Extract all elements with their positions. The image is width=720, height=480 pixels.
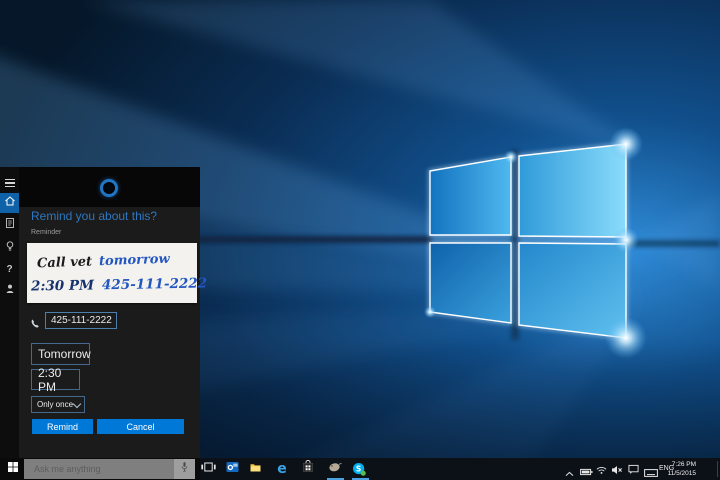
reminder-section-label: Reminder xyxy=(31,229,61,236)
taskbar-app-file-explorer[interactable] xyxy=(247,461,263,477)
skype-icon: S xyxy=(352,462,366,476)
phone-number-field[interactable]: 425-111-2222 xyxy=(45,312,117,329)
task-view-button[interactable] xyxy=(200,461,216,477)
notebook-icon xyxy=(4,216,16,234)
chevron-down-icon xyxy=(73,399,81,407)
task-view-icon xyxy=(201,460,216,478)
clock-time: 7:26 PM xyxy=(664,460,696,469)
battery-icon xyxy=(580,463,593,480)
show-desktop-button[interactable] xyxy=(717,461,718,477)
sidebar-item-feedback[interactable] xyxy=(0,281,19,301)
wifi-icon xyxy=(596,462,607,480)
start-button[interactable] xyxy=(7,463,19,475)
edge-icon: e xyxy=(277,462,287,476)
handwritten-note-card: Call vettomorrow 2:30 PM425-111-2222 xyxy=(27,243,197,303)
store-icon xyxy=(302,460,314,478)
date-field[interactable]: Tomorrow xyxy=(31,343,90,365)
action-center-button[interactable] xyxy=(628,462,639,480)
chevron-up-icon xyxy=(565,464,574,480)
taskbar-app-edge[interactable]: e xyxy=(274,461,290,477)
hamburger-menu-icon[interactable] xyxy=(0,173,19,193)
sidebar-item-help[interactable]: ? xyxy=(0,260,19,280)
volume-muted-icon xyxy=(611,462,623,480)
taskbar-app-mouse[interactable] xyxy=(326,461,342,477)
folder-icon xyxy=(249,460,262,478)
taskbar: e S xyxy=(0,458,720,480)
tray-volume[interactable] xyxy=(611,462,623,480)
taskbar-clock[interactable]: 7:26 PM 11/5/2015 xyxy=(664,460,696,478)
touch-keyboard-button[interactable] xyxy=(644,464,658,480)
sidebar-item-notebook[interactable] xyxy=(0,215,19,235)
tray-wifi[interactable] xyxy=(596,462,607,480)
cortana-logo-icon xyxy=(100,179,118,197)
remind-button[interactable]: Remind xyxy=(32,419,93,434)
cortana-header xyxy=(0,167,200,207)
feedback-person-icon xyxy=(4,282,16,300)
note-line-1: Call vet tomorrow xyxy=(37,251,170,272)
cortana-search-box[interactable] xyxy=(24,459,195,479)
home-icon xyxy=(4,194,16,212)
note-text-call-vet: Call vet xyxy=(37,254,93,271)
taskbar-app-outlook[interactable] xyxy=(224,461,240,477)
sidebar-item-reminders[interactable] xyxy=(0,238,19,258)
microphone-button[interactable] xyxy=(174,459,195,479)
recurrence-dropdown[interactable]: Only once xyxy=(31,396,85,413)
taskbar-app-skype[interactable]: S xyxy=(351,461,367,477)
keyboard-icon xyxy=(644,464,658,480)
time-field[interactable]: 2:30 PM xyxy=(31,369,80,390)
note-text-tomorrow: tomorrow xyxy=(99,252,170,269)
clock-date: 11/5/2015 xyxy=(664,469,696,478)
windows-logo-icon xyxy=(7,460,19,478)
taskbar-app-store[interactable] xyxy=(300,461,316,477)
sidebar-item-home[interactable] xyxy=(0,193,19,213)
search-input[interactable] xyxy=(24,459,174,479)
cortana-panel: ? Remind you about this? Reminder Call v… xyxy=(0,167,200,458)
skype-s-glyph: S xyxy=(356,464,361,473)
tray-battery[interactable] xyxy=(580,463,593,480)
tray-overflow-button[interactable] xyxy=(565,464,574,480)
note-text-time: 2:30 PM xyxy=(31,277,94,294)
page-title: Remind you about this? xyxy=(31,209,157,223)
action-center-icon xyxy=(628,462,639,480)
help-icon: ? xyxy=(6,265,12,275)
recurrence-value: Only once xyxy=(37,400,73,409)
note-text-phone: 425-111-2222 xyxy=(102,275,207,293)
cortana-sidebar: ? xyxy=(0,167,19,458)
lightbulb-icon xyxy=(4,239,16,257)
cancel-button[interactable]: Cancel xyxy=(97,419,184,434)
outlook-icon xyxy=(226,460,239,478)
microphone-icon xyxy=(179,460,190,478)
note-line-2: 2:30 PM 425-111-2222 xyxy=(31,275,207,294)
desktop: ? Remind you about this? Reminder Call v… xyxy=(0,0,720,480)
phone-icon xyxy=(30,316,41,334)
mouse-app-icon xyxy=(327,460,342,478)
